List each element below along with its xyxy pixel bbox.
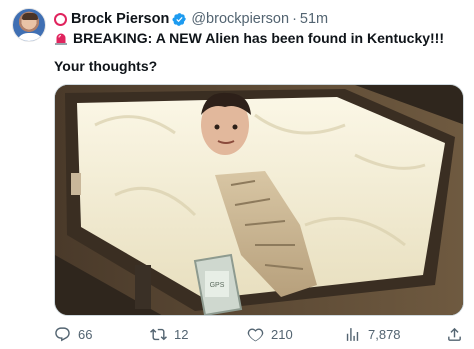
timestamp[interactable]: 51m <box>300 11 328 27</box>
author-handle[interactable]: @brockpierson <box>191 11 289 27</box>
tweet-text-line-1: BREAKING: A NEW Alien has been found in … <box>54 29 444 47</box>
reply-count: 66 <box>78 326 93 342</box>
gps-device-label: GPS <box>210 282 225 289</box>
views-chart-icon <box>346 327 359 341</box>
share-button[interactable] <box>446 324 470 344</box>
breaking-text: BREAKING: A NEW Alien has been found in … <box>73 30 445 46</box>
tweet-text-line-2: Your thoughts? <box>54 58 158 74</box>
action-bar: 66 12 210 7,878 <box>54 324 464 344</box>
alien-coffin-photo: GPS <box>55 85 463 315</box>
retweet-count: 12 <box>174 326 189 342</box>
retweet-icon <box>150 328 167 340</box>
heart-icon <box>247 327 264 341</box>
avatar[interactable] <box>12 8 46 42</box>
verified-badge-icon <box>172 12 187 26</box>
retweet-button[interactable]: 12 <box>150 324 188 344</box>
separator-dot: · <box>292 11 297 27</box>
like-count: 210 <box>271 326 293 342</box>
views-count: 7,878 <box>368 326 401 342</box>
reply-icon <box>55 326 70 341</box>
views-button[interactable]: 7,878 <box>344 324 401 344</box>
reply-button[interactable]: 66 <box>54 324 92 344</box>
siren-icon <box>55 33 67 45</box>
red-circle-icon <box>54 12 67 26</box>
tweet-header: Brock Pierson @brockpierson · 51m <box>54 9 328 29</box>
author-name[interactable]: Brock Pierson <box>71 11 169 27</box>
share-icon <box>448 327 461 341</box>
like-button[interactable]: 210 <box>247 324 293 344</box>
tweet-image[interactable]: GPS <box>54 84 464 316</box>
